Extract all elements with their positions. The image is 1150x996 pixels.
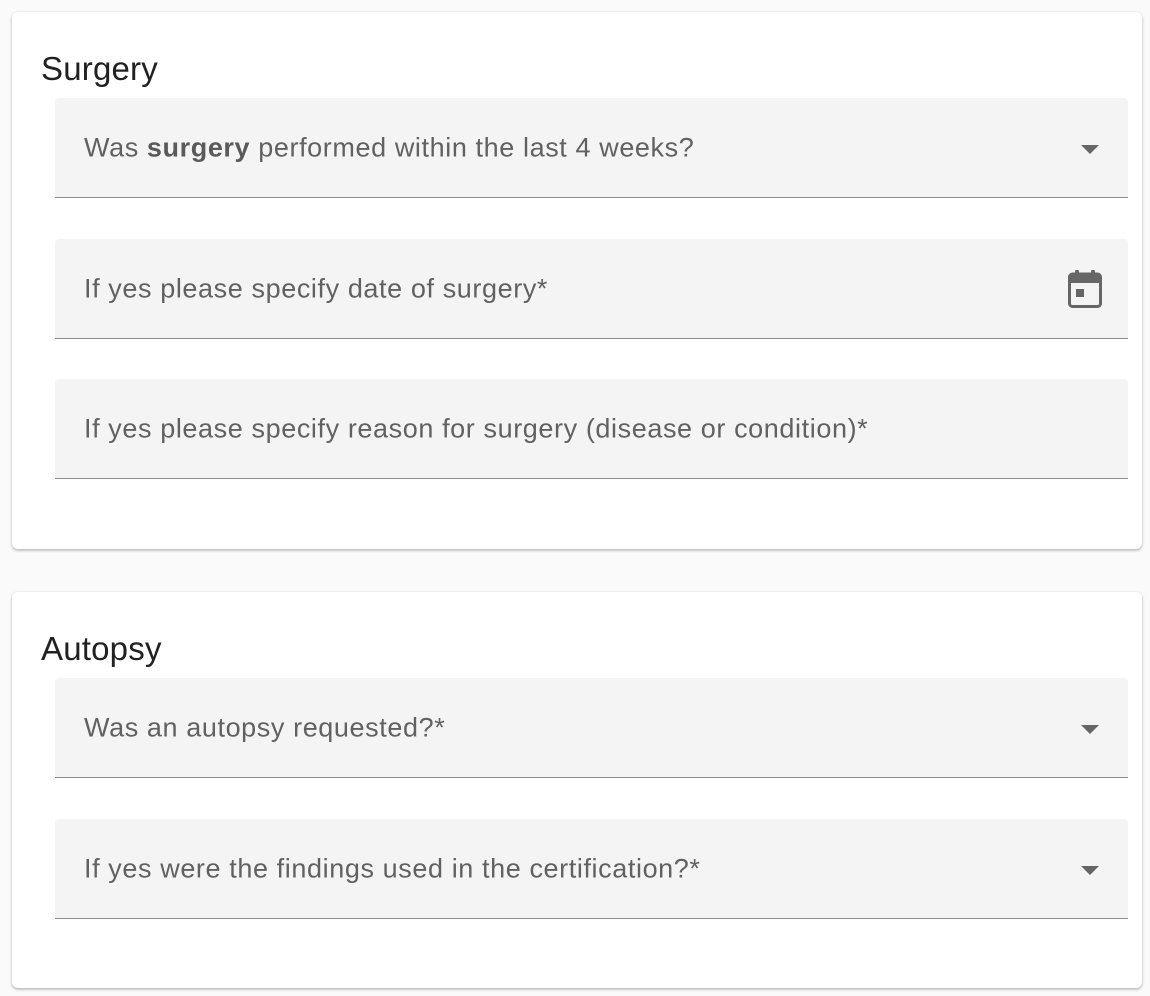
autopsy-section-title: Autopsy bbox=[41, 630, 162, 667]
autopsy-findings-label: If yes were the findings used in the cer… bbox=[84, 853, 701, 883]
surgery-reason-field[interactable]: If yes please specify reason for surgery… bbox=[55, 379, 1128, 479]
chevron-down-icon[interactable] bbox=[1081, 724, 1099, 734]
surgery-date-field[interactable]: If yes please specify date of surgery* bbox=[55, 239, 1128, 339]
surgery-performed-label: Was surgery performed within the last 4 … bbox=[84, 132, 695, 162]
surgery-date-label: If yes please specify date of surgery* bbox=[84, 273, 549, 303]
surgery-reason-label: If yes please specify reason for surgery… bbox=[84, 413, 869, 443]
autopsy-findings-select[interactable]: If yes were the findings used in the cer… bbox=[55, 819, 1128, 919]
surgery-card: Surgery Was surgery performed within the… bbox=[12, 12, 1142, 549]
chevron-down-icon[interactable] bbox=[1081, 865, 1099, 875]
autopsy-requested-select[interactable]: Was an autopsy requested?* bbox=[55, 678, 1128, 778]
autopsy-card: Autopsy Was an autopsy requested?* If ye… bbox=[12, 592, 1142, 988]
chevron-down-icon[interactable] bbox=[1081, 144, 1099, 154]
autopsy-requested-label: Was an autopsy requested?* bbox=[84, 712, 446, 742]
calendar-icon[interactable] bbox=[1068, 269, 1102, 308]
surgery-section-title: Surgery bbox=[41, 50, 158, 87]
surgery-performed-select[interactable]: Was surgery performed within the last 4 … bbox=[55, 98, 1128, 198]
